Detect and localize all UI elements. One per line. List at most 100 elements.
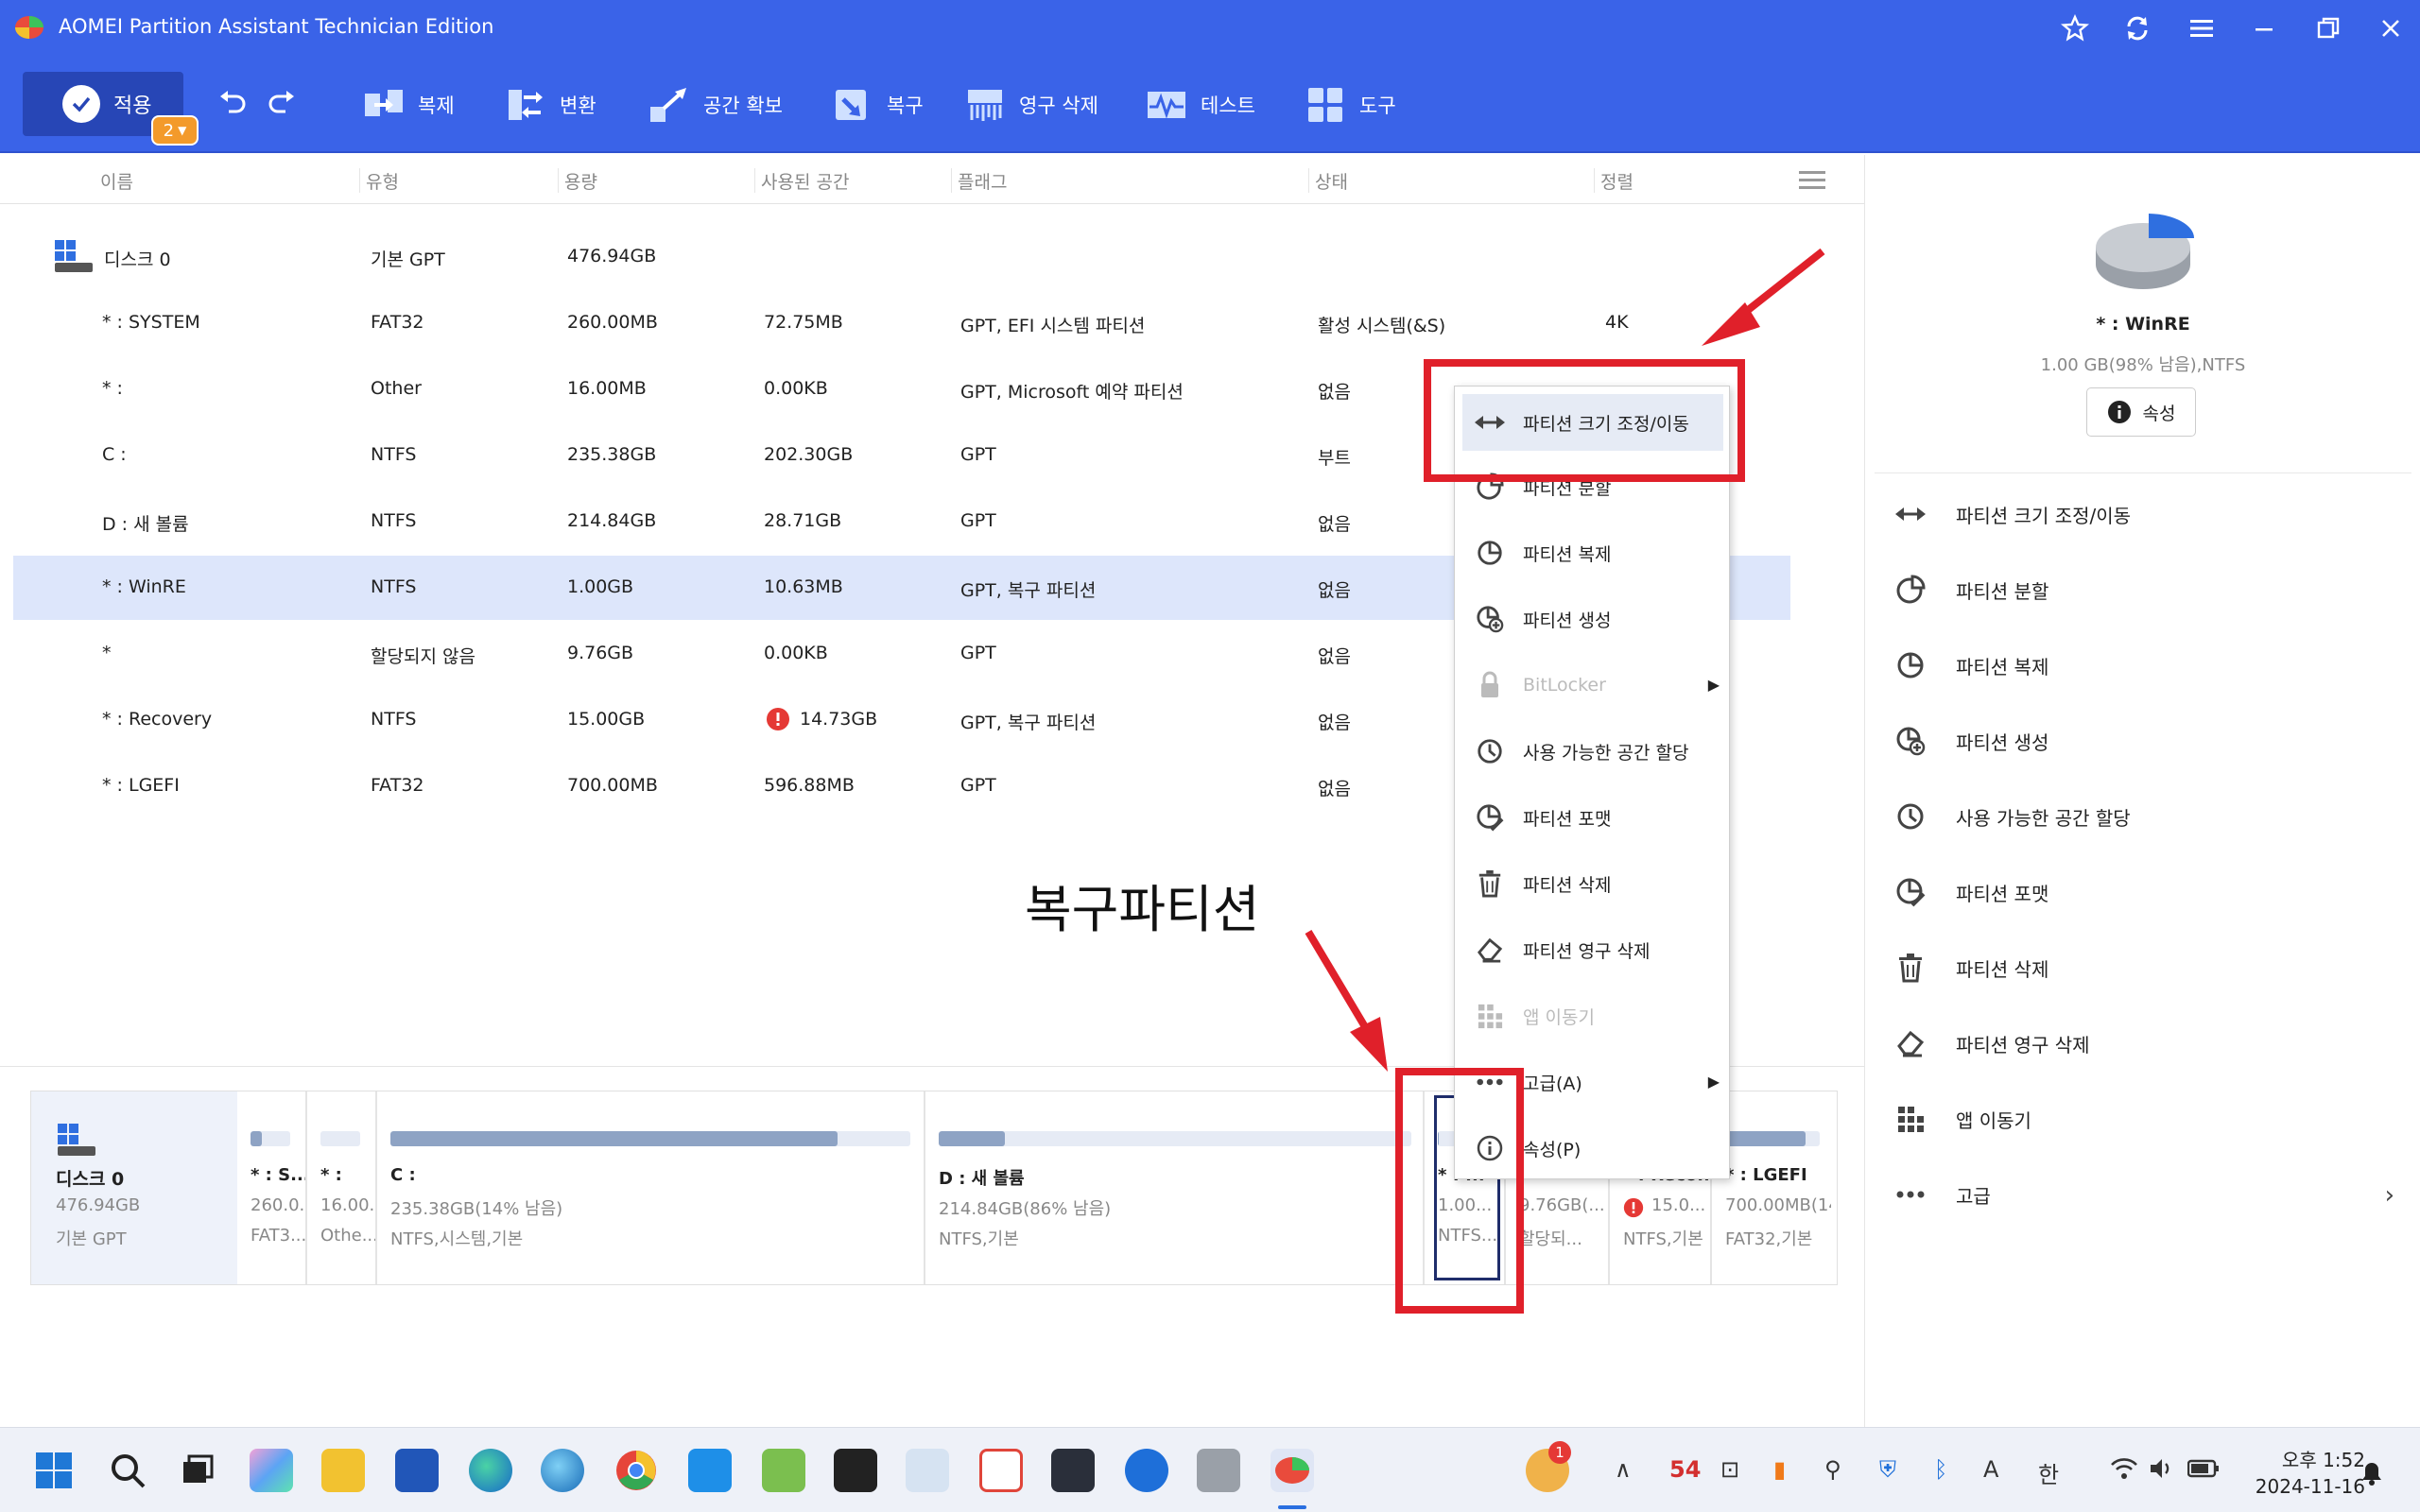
panel-create-partition[interactable]: 파티션 생성: [1893, 722, 2394, 760]
tray-overflow-chevron-icon[interactable]: ∧: [1615, 1456, 1632, 1483]
create-pie-icon: [1474, 603, 1506, 635]
disk-map-segment[interactable]: * : S... 260.0... FAT3...: [237, 1091, 307, 1284]
clock-time[interactable]: 오후 1:52: [2261, 1445, 2365, 1472]
menu-delete-partition[interactable]: 파티션 삭제: [1455, 855, 1729, 912]
app-store-icon[interactable]: [688, 1449, 732, 1492]
edge-browser-icon[interactable]: [469, 1449, 512, 1492]
disk-map-disk-tile[interactable]: 디스크 0 476.94GB 기본 GPT: [31, 1091, 237, 1284]
column-used[interactable]: 사용된 공간: [754, 168, 849, 193]
notification-bell-icon[interactable]: [2360, 1460, 2384, 1486]
copilot-icon[interactable]: [250, 1449, 293, 1492]
properties-button[interactable]: 속성: [2086, 387, 2196, 437]
notification-badge: 1: [1548, 1441, 1571, 1464]
volume-icon[interactable]: [2148, 1456, 2174, 1481]
usb-drive-icon[interactable]: [1197, 1449, 1240, 1492]
disk-map-segment[interactable]: C : 235.38GB(14% 남음) NTFS,시스템,기본: [377, 1091, 925, 1284]
store-icon[interactable]: [395, 1449, 439, 1492]
column-alignment[interactable]: 정렬: [1594, 168, 1634, 193]
disk-map-segment[interactable]: * : 16.00... Othe...: [307, 1091, 377, 1284]
windows-start-icon[interactable]: [32, 1449, 76, 1492]
submenu-arrow-icon: ▶: [1707, 1073, 1720, 1091]
toolbar-recover-button[interactable]: 복구: [832, 81, 924, 129]
segment-fs: NTFS,기본: [1623, 1229, 1703, 1249]
panel-resize-move[interactable]: 파티션 크기 조정/이동: [1893, 495, 2394, 533]
panel-copy-partition[interactable]: 파티션 복제: [1893, 646, 2394, 684]
restore-icon[interactable]: [2307, 9, 2350, 47]
battery-icon[interactable]: [2187, 1458, 2220, 1479]
file-explorer-icon[interactable]: [321, 1449, 365, 1492]
tray-temperature[interactable]: 54: [1669, 1456, 1701, 1483]
column-flag[interactable]: 플래그: [951, 168, 1007, 193]
row-status: 없음: [1318, 580, 1351, 601]
partition-assistant-taskbar-icon[interactable]: [1270, 1449, 1314, 1492]
segment-label: * :: [320, 1165, 342, 1185]
panel-app-mover[interactable]: 앱 이동기: [1893, 1100, 2394, 1138]
panel-advanced[interactable]: 고급 ›: [1893, 1176, 2394, 1213]
tray-ime-language[interactable]: 한: [2038, 1456, 2059, 1489]
menu-wipe-partition[interactable]: 파티션 영구 삭제: [1455, 921, 1729, 978]
disk-map-segment[interactable]: D : 새 볼륨 214.84GB(86% 남음) NTFS,기본: [925, 1091, 1425, 1284]
toolbar-tools-button[interactable]: 도구: [1305, 81, 1396, 129]
undo-icon[interactable]: [217, 89, 250, 125]
tray-plug-icon[interactable]: ⚲: [1824, 1456, 1841, 1483]
window-title: AOMEI Partition Assistant Technician Edi…: [59, 15, 494, 38]
segment-fs: NTFS,시스템,기본: [390, 1229, 524, 1249]
disk-row[interactable]: 디스크 0 기본 GPT 476.94GB: [13, 225, 1790, 289]
eraser-icon: [1474, 934, 1506, 966]
document-app-icon[interactable]: [906, 1449, 949, 1492]
more-dots-icon: [1893, 1177, 1927, 1211]
search-icon[interactable]: [106, 1449, 149, 1492]
column-status[interactable]: 상태: [1308, 168, 1348, 193]
menu-copy-partition[interactable]: 파티션 복제: [1455, 524, 1729, 581]
menu-hamburger-icon[interactable]: [2180, 9, 2223, 47]
toolbar-test-button[interactable]: 테스트: [1146, 81, 1255, 129]
tray-office-icon[interactable]: ▮: [1773, 1456, 1786, 1483]
format-icon: [1893, 875, 1927, 909]
row-used: 0.00KB: [764, 643, 828, 663]
sync-app-icon[interactable]: [979, 1449, 1023, 1492]
table-row[interactable]: * : SYSTEM FAT32 260.00MB 72.75MB GPT, E…: [13, 291, 1790, 355]
menu-create-partition[interactable]: 파티션 생성: [1455, 591, 1729, 647]
tray-security-icon[interactable]: ⛨: [1879, 1456, 1896, 1483]
close-icon[interactable]: [2369, 9, 2412, 47]
sticky-notes-icon[interactable]: [834, 1449, 877, 1492]
eraser-icon: [1893, 1026, 1927, 1060]
toolbar-convert-button[interactable]: 변환: [505, 81, 596, 129]
row-type: FAT32: [371, 775, 424, 796]
notepad-icon[interactable]: [762, 1449, 805, 1492]
toolbar-wipe-button[interactable]: 영구 삭제: [964, 81, 1098, 129]
menu-app-mover[interactable]: 앱 이동기: [1455, 988, 1729, 1044]
clipboard-app-icon[interactable]: [1051, 1449, 1095, 1492]
tray-app-icon[interactable]: ⊡: [1720, 1456, 1739, 1483]
column-type[interactable]: 유형: [359, 168, 399, 193]
column-name[interactable]: 이름: [95, 168, 133, 193]
menu-format-partition[interactable]: 파티션 포맷: [1455, 789, 1729, 846]
panel-delete-partition[interactable]: 파티션 삭제: [1893, 949, 2394, 987]
segment-size: 15.0...: [1651, 1195, 1706, 1215]
backup-app-icon[interactable]: [1125, 1449, 1168, 1492]
refresh-icon[interactable]: [2116, 9, 2159, 47]
redo-icon[interactable]: [265, 89, 297, 125]
panel-allocate-free-space[interactable]: 사용 가능한 공간 할당: [1893, 798, 2394, 835]
panel-format-partition[interactable]: 파티션 포맷: [1893, 873, 2394, 911]
toolbar-clone-button[interactable]: 복제: [363, 81, 455, 129]
toolbar-free-space-button[interactable]: 공간 확보: [648, 81, 783, 129]
minimize-icon[interactable]: [2242, 9, 2286, 47]
wifi-icon[interactable]: [2110, 1456, 2138, 1481]
menu-bitlocker[interactable]: BitLocker ▶: [1455, 657, 1729, 713]
chrome-icon[interactable]: [614, 1449, 658, 1492]
panel-split-partition[interactable]: 파티션 분할: [1893, 571, 2394, 609]
clock-date[interactable]: 2024-11-16: [2233, 1475, 2365, 1498]
favorite-star-icon[interactable]: [2053, 9, 2097, 47]
row-used: 0.00KB: [764, 378, 828, 399]
column-capacity[interactable]: 용량: [558, 168, 597, 193]
panel-wipe-partition[interactable]: 파티션 영구 삭제: [1893, 1024, 2394, 1062]
menu-allocate-free-space[interactable]: 사용 가능한 공간 할당: [1455, 723, 1729, 780]
column-settings-icon[interactable]: [1798, 168, 1826, 193]
browser-icon[interactable]: [541, 1449, 584, 1492]
task-view-icon[interactable]: [176, 1449, 219, 1492]
warning-icon: [767, 708, 789, 730]
tray-ime-mode[interactable]: A: [1983, 1456, 1998, 1483]
tray-bluetooth-icon[interactable]: ᛒ: [1934, 1456, 1947, 1483]
disk-map-segment[interactable]: * : LGEFI 700.00MB(14... FAT32,기본: [1712, 1091, 1837, 1284]
